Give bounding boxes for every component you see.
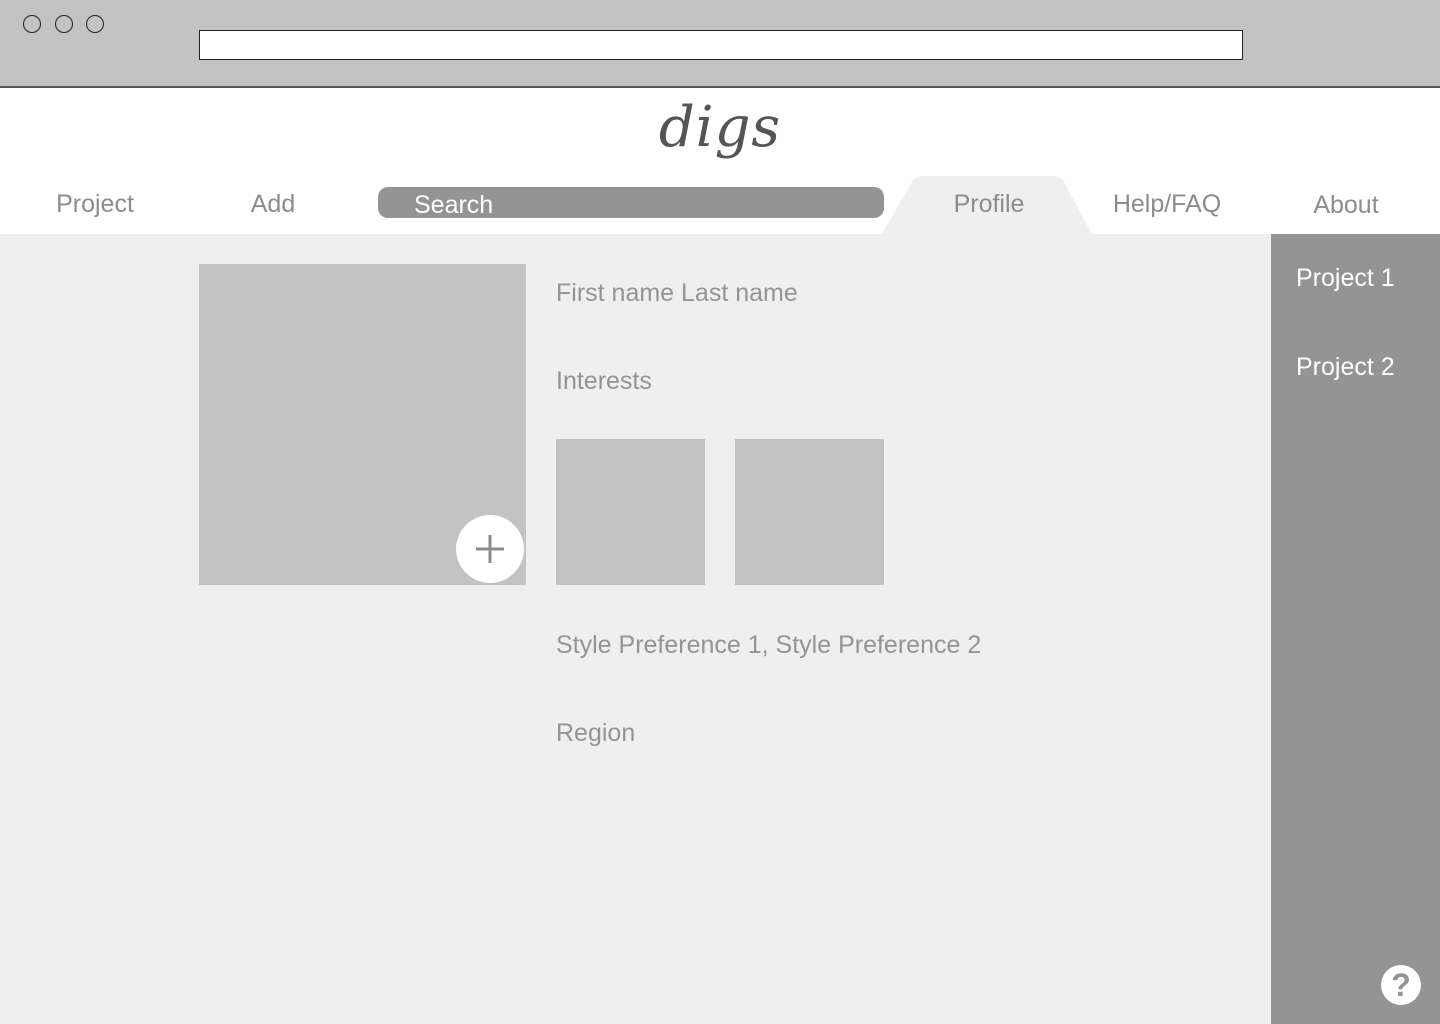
nav-help-faq[interactable]: Help/FAQ bbox=[1100, 186, 1234, 222]
browser-chrome bbox=[0, 0, 1440, 88]
address-bar[interactable] bbox=[199, 30, 1243, 60]
interests-label: Interests bbox=[556, 367, 652, 395]
style-preferences: Style Preference 1, Style Preference 2 bbox=[556, 631, 982, 659]
nav-project[interactable]: Project bbox=[40, 186, 150, 222]
nav-add[interactable]: Add bbox=[228, 186, 318, 222]
profile-name: First name Last name bbox=[556, 279, 798, 307]
search-bar[interactable]: Search bbox=[378, 187, 884, 219]
help-button[interactable]: ? bbox=[1381, 965, 1421, 1005]
nav-about[interactable]: About bbox=[1296, 187, 1396, 223]
interest-image-2 bbox=[735, 439, 884, 585]
window-close-icon[interactable] bbox=[23, 15, 41, 33]
add-photo-button[interactable] bbox=[456, 515, 524, 583]
plus-icon bbox=[476, 535, 504, 563]
window-maximize-icon[interactable] bbox=[86, 15, 104, 33]
question-mark-icon: ? bbox=[1391, 967, 1411, 1003]
app-logo[interactable]: digs bbox=[0, 88, 1440, 168]
search-placeholder: Search bbox=[414, 191, 494, 219]
sidebar-item-project-1[interactable]: Project 1 bbox=[1296, 262, 1395, 294]
sidebar-item-project-2[interactable]: Project 2 bbox=[1296, 351, 1395, 383]
window-minimize-icon[interactable] bbox=[55, 15, 73, 33]
profile-region: Region bbox=[556, 719, 636, 747]
nav-profile[interactable]: Profile bbox=[930, 186, 1048, 222]
interest-image-1 bbox=[556, 439, 705, 585]
